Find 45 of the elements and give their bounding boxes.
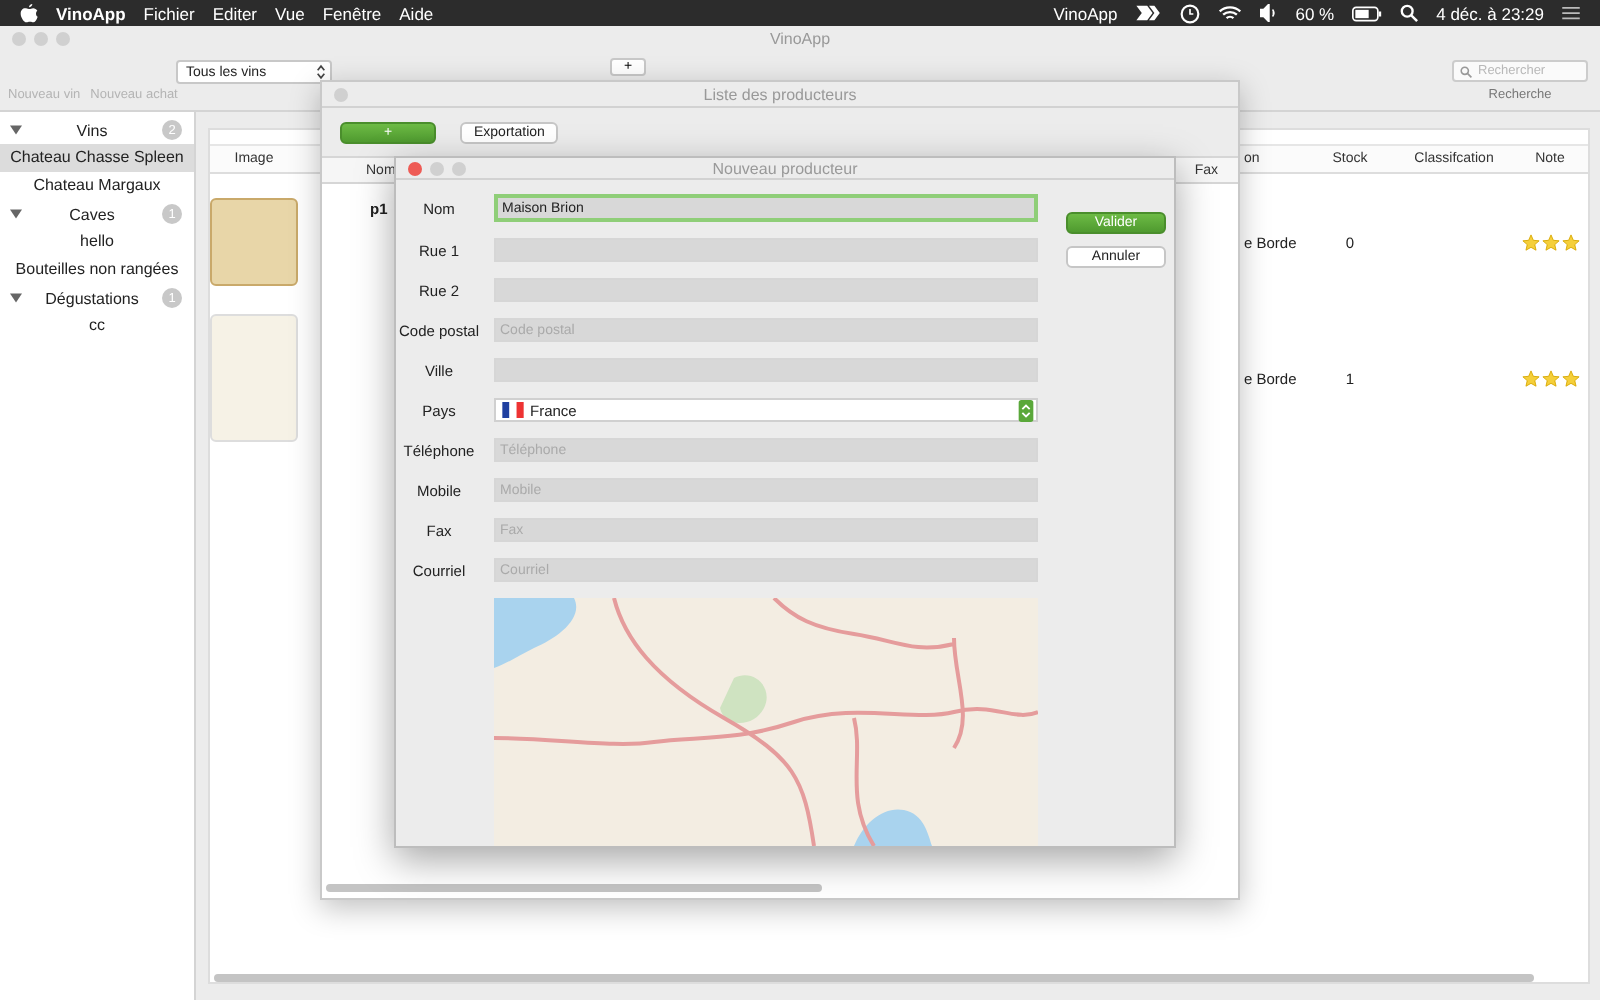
menu-item[interactable]: Fichier — [143, 3, 195, 23]
search-icon[interactable] — [1400, 4, 1419, 22]
sidebar-item[interactable]: Chateau Chasse Spleen — [0, 144, 194, 172]
menu-item[interactable]: Editer — [212, 3, 258, 23]
clock-icon[interactable] — [1179, 3, 1200, 23]
star-icon — [1561, 233, 1579, 251]
menu-item[interactable]: Fenêtre — [322, 3, 382, 23]
stepper-icon — [1018, 399, 1034, 421]
sidebar-item[interactable]: cc — [0, 312, 194, 340]
menu-item[interactable]: Aide — [399, 3, 434, 23]
sidebar-item[interactable]: hello — [0, 228, 194, 256]
battery-percent: 60 % — [1295, 3, 1335, 23]
apple-icon[interactable] — [20, 3, 38, 23]
window-title: Nouveau producteur — [712, 159, 858, 177]
stepper-icon — [316, 64, 326, 80]
disclosure-icon[interactable] — [10, 292, 22, 304]
wifi-icon[interactable] — [1217, 4, 1242, 22]
clock: 4 déc. à 23:29 — [1436, 3, 1544, 23]
star-icon — [1541, 233, 1559, 251]
sidebar-group[interactable]: Caves — [22, 205, 162, 223]
window-title: Liste des producteurs — [703, 85, 857, 103]
status-menu[interactable]: VinoApp — [1053, 3, 1118, 23]
volume-icon[interactable] — [1259, 4, 1278, 22]
list-icon[interactable] — [1562, 6, 1580, 20]
app-menu[interactable]: VinoApp — [56, 3, 126, 23]
menu-item[interactable]: Vue — [275, 3, 305, 23]
disclosure-icon[interactable] — [10, 208, 22, 220]
disclosure-icon[interactable] — [10, 124, 22, 136]
close-icon[interactable] — [408, 161, 422, 175]
scrollbar[interactable] — [214, 974, 1534, 982]
star-icon — [1521, 233, 1539, 251]
window-title: VinoApp — [769, 30, 831, 48]
star-icon — [1561, 369, 1579, 387]
sidebar-item[interactable]: Chateau Margaux — [0, 172, 194, 200]
scrollbar[interactable] — [326, 884, 822, 892]
sidebar-item[interactable]: Bouteilles non rangées — [0, 256, 194, 284]
flag-icon — [502, 402, 524, 418]
battery-icon[interactable] — [1352, 5, 1383, 21]
photo-placeholder — [210, 198, 298, 286]
sidebar-group[interactable]: Vins — [22, 121, 162, 139]
star-icon — [1541, 369, 1559, 387]
star-icon — [1521, 369, 1539, 387]
search-icon — [1460, 65, 1472, 77]
sidebar-group[interactable]: Dégustations — [22, 289, 162, 307]
arrow-status-icon[interactable] — [1135, 4, 1162, 22]
